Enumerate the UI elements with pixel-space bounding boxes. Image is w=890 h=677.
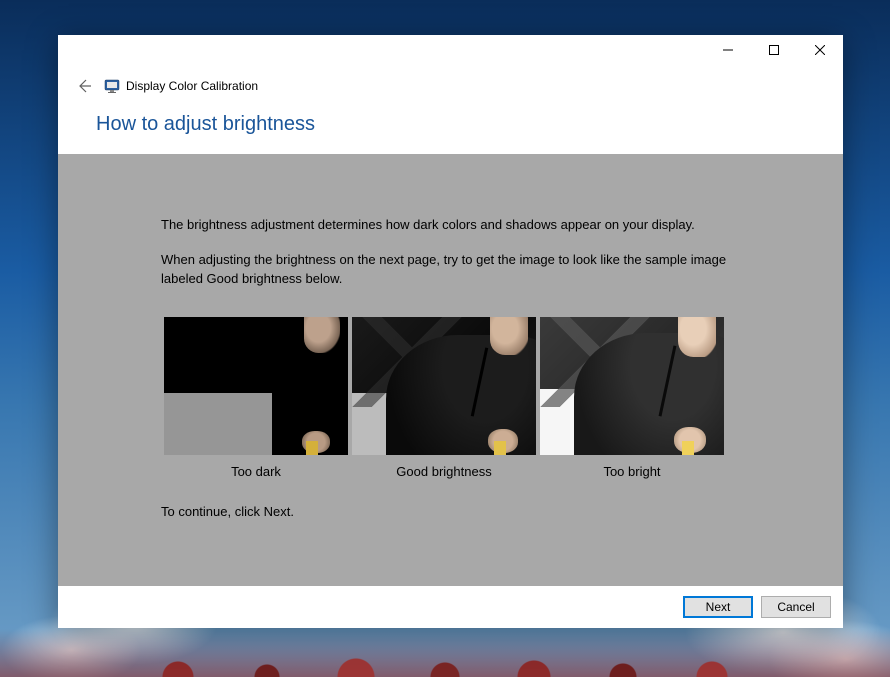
back-arrow-icon (76, 78, 92, 94)
instruction-paragraph-2: When adjusting the brightness on the nex… (161, 251, 751, 289)
sample-too-bright: Too bright (540, 317, 724, 482)
maximize-button[interactable] (751, 35, 797, 65)
page-heading: How to adjust brightness (96, 113, 843, 136)
sample-good: Good brightness (352, 317, 536, 482)
minimize-button[interactable] (705, 35, 751, 65)
next-button[interactable]: Next (683, 596, 753, 618)
close-icon (815, 45, 825, 55)
sample-too-dark: Too dark (164, 317, 348, 482)
sample-image-good (352, 317, 536, 455)
window-titlebar (58, 35, 843, 68)
sample-images-row: Too dark Good brightness (164, 317, 843, 482)
minimize-icon (723, 45, 733, 55)
app-icon (104, 78, 120, 94)
app-title: Display Color Calibration (126, 79, 258, 93)
content-area: The brightness adjustment determines how… (58, 154, 843, 586)
cancel-button[interactable]: Cancel (761, 596, 831, 618)
heading-area: How to adjust brightness (58, 103, 843, 154)
instruction-paragraph-1: The brightness adjustment determines how… (161, 216, 751, 235)
footer-bar: Next Cancel (58, 586, 843, 628)
sample-image-too-bright (540, 317, 724, 455)
sample-label-too-bright: Too bright (603, 463, 660, 482)
sample-label-too-dark: Too dark (231, 463, 281, 482)
header-bar: Display Color Calibration (58, 68, 843, 103)
sample-label-good: Good brightness (396, 463, 491, 482)
close-button[interactable] (797, 35, 843, 65)
calibration-window: Display Color Calibration How to adjust … (58, 35, 843, 628)
maximize-icon (769, 45, 779, 55)
sample-image-too-dark (164, 317, 348, 455)
continue-instruction: To continue, click Next. (161, 503, 751, 522)
back-button[interactable] (72, 74, 96, 98)
